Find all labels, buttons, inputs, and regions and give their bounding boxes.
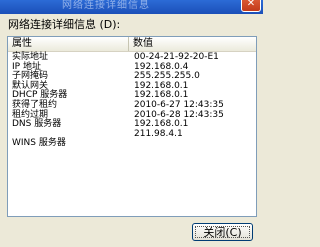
list-row[interactable]: DNS 服务器 192.168.0.1 [8, 120, 256, 130]
row-property: DNS 服务器 [12, 119, 62, 130]
list-row[interactable]: WINS 服务器 [8, 139, 256, 149]
network-connection-details-dialog: 网络连接详细信息 ✕ 网络连接详细信息 (D): 属性 数值 实际地址 00-2… [0, 0, 263, 247]
close-button[interactable]: 关闭(C) [192, 223, 253, 241]
column-header-property[interactable]: 属性 [8, 37, 129, 51]
row-value: 211.98.4.1 [134, 128, 183, 139]
title-bar[interactable]: 网络连接详细信息 ✕ [0, 0, 263, 14]
title-close-button[interactable]: ✕ [241, 0, 261, 12]
window-title: 网络连接详细信息 [62, 0, 150, 11]
list-row[interactable]: 实际地址 00-24-21-92-20-E1 [8, 52, 256, 63]
list-header: 属性 数值 [8, 37, 256, 52]
close-icon: ✕ [246, 0, 256, 9]
details-heading: 网络连接详细信息 (D): [8, 18, 121, 31]
close-button-label: 关闭(C) [203, 226, 242, 239]
row-property: WINS 服务器 [12, 138, 66, 149]
column-header-value[interactable]: 数值 [129, 37, 256, 51]
details-list[interactable]: 属性 数值 实际地址 00-24-21-92-20-E1 IP 地址 192.1… [7, 36, 257, 217]
list-body: 实际地址 00-24-21-92-20-E1 IP 地址 192.168.0.4… [8, 52, 256, 149]
